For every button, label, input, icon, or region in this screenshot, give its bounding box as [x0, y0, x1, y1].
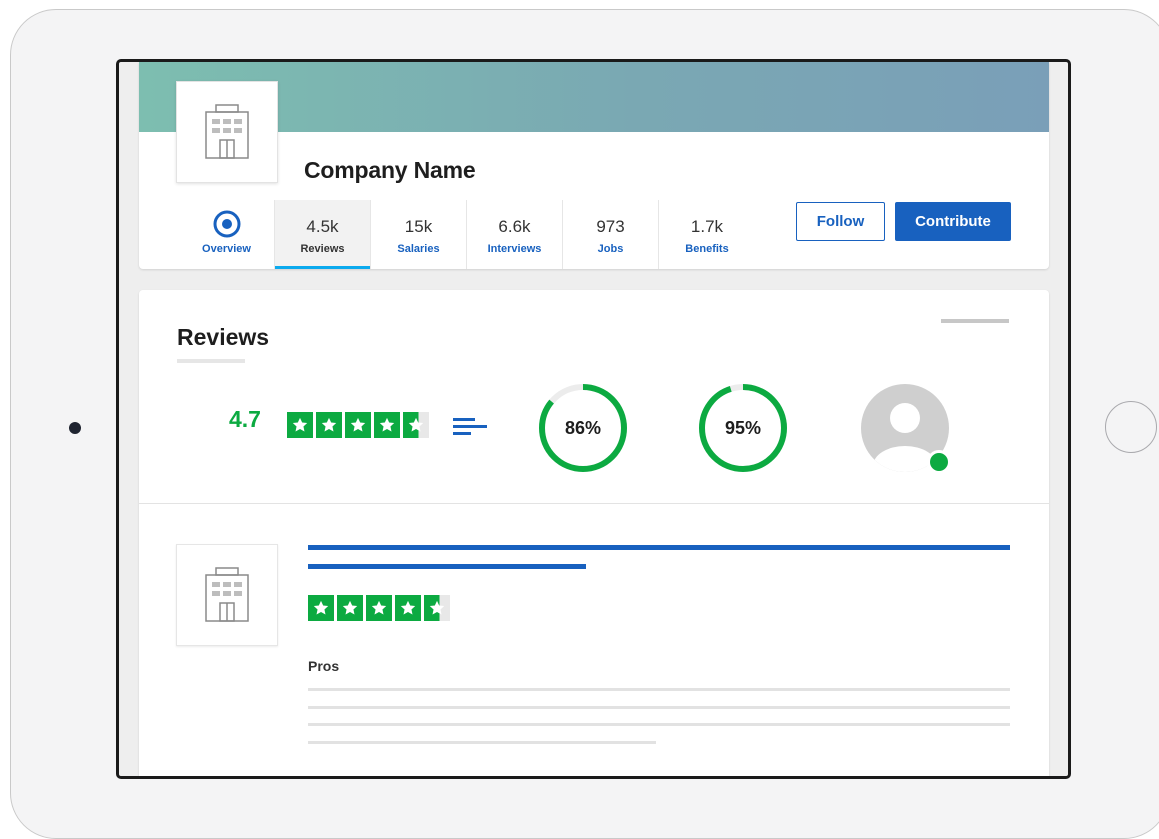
star-icon: [374, 412, 400, 438]
section-title: Reviews: [177, 324, 270, 350]
tab-count: 1.7k: [690, 217, 724, 236]
tab-label: Overview: [202, 243, 251, 255]
tab-label: Interviews: [487, 243, 542, 255]
overall-rating-stars: [287, 412, 429, 438]
home-button[interactable]: [1105, 401, 1157, 453]
bar-list-icon[interactable]: [453, 418, 487, 443]
recommend-ring: 86%: [539, 384, 627, 472]
ceo-approval-percent: 95%: [725, 418, 761, 438]
review-rating-stars: [308, 595, 450, 621]
tab-label: Salaries: [397, 243, 440, 255]
tab-count: 4.5k: [306, 217, 339, 236]
company-tabs: Overview 4.5k Reviews 15k Salaries 6.6k …: [179, 200, 755, 269]
overall-rating: 4.7: [229, 406, 261, 432]
star-icon: [395, 595, 421, 621]
section-divider: [139, 503, 1049, 504]
star-icon: [308, 595, 334, 621]
text-placeholder-line: [308, 741, 656, 744]
tab-interviews[interactable]: 6.6k Interviews: [467, 200, 563, 269]
ceo-avatar[interactable]: [861, 384, 951, 474]
company-name: Company Name: [304, 157, 476, 183]
contribute-button[interactable]: Contribute: [895, 202, 1011, 241]
tab-label: Benefits: [685, 243, 729, 255]
star-icon: [424, 595, 450, 621]
company-logo[interactable]: [176, 81, 278, 183]
tab-count: 6.6k: [498, 217, 531, 236]
star-icon: [316, 412, 342, 438]
tab-jobs[interactable]: 973 Jobs: [563, 200, 659, 269]
title-underline: [177, 359, 245, 363]
review-company-logo[interactable]: [176, 544, 278, 646]
target-icon: [212, 209, 242, 239]
star-icon: [287, 412, 313, 438]
tab-label: Jobs: [597, 243, 624, 255]
ceo-approval-ring: 95%: [699, 384, 787, 472]
tab-label: Reviews: [300, 243, 345, 255]
camera-icon: [69, 422, 81, 434]
star-icon: [366, 595, 392, 621]
star-icon: [337, 595, 363, 621]
building-icon: [205, 567, 249, 622]
company-header: Company Name Overview 4.5k Reviews 15k S…: [139, 62, 1049, 269]
building-icon: [205, 104, 249, 159]
device-screen: Company Name Overview 4.5k Reviews 15k S…: [116, 59, 1071, 779]
star-icon: [403, 412, 429, 438]
reviews-section: Reviews 4.7 86% 95% Pros: [139, 290, 1049, 776]
text-placeholder-line: [308, 723, 1010, 726]
status-indicator: [927, 450, 951, 474]
follow-button[interactable]: Follow: [796, 202, 885, 241]
pros-label: Pros: [308, 658, 340, 674]
review-title-placeholder[interactable]: [308, 545, 1010, 550]
placeholder-bar: [941, 319, 1009, 323]
tab-overview[interactable]: Overview: [179, 200, 275, 269]
tab-count: 973: [596, 217, 625, 236]
tab-count: 15k: [404, 217, 433, 236]
review-title-placeholder[interactable]: [308, 564, 586, 569]
tab-reviews[interactable]: 4.5k Reviews: [275, 200, 371, 269]
text-placeholder-line: [308, 688, 1010, 691]
recommend-percent: 86%: [565, 418, 601, 438]
tab-salaries[interactable]: 15k Salaries: [371, 200, 467, 269]
star-icon: [345, 412, 371, 438]
text-placeholder-line: [308, 706, 1010, 709]
tab-benefits[interactable]: 1.7k Benefits: [659, 200, 755, 269]
